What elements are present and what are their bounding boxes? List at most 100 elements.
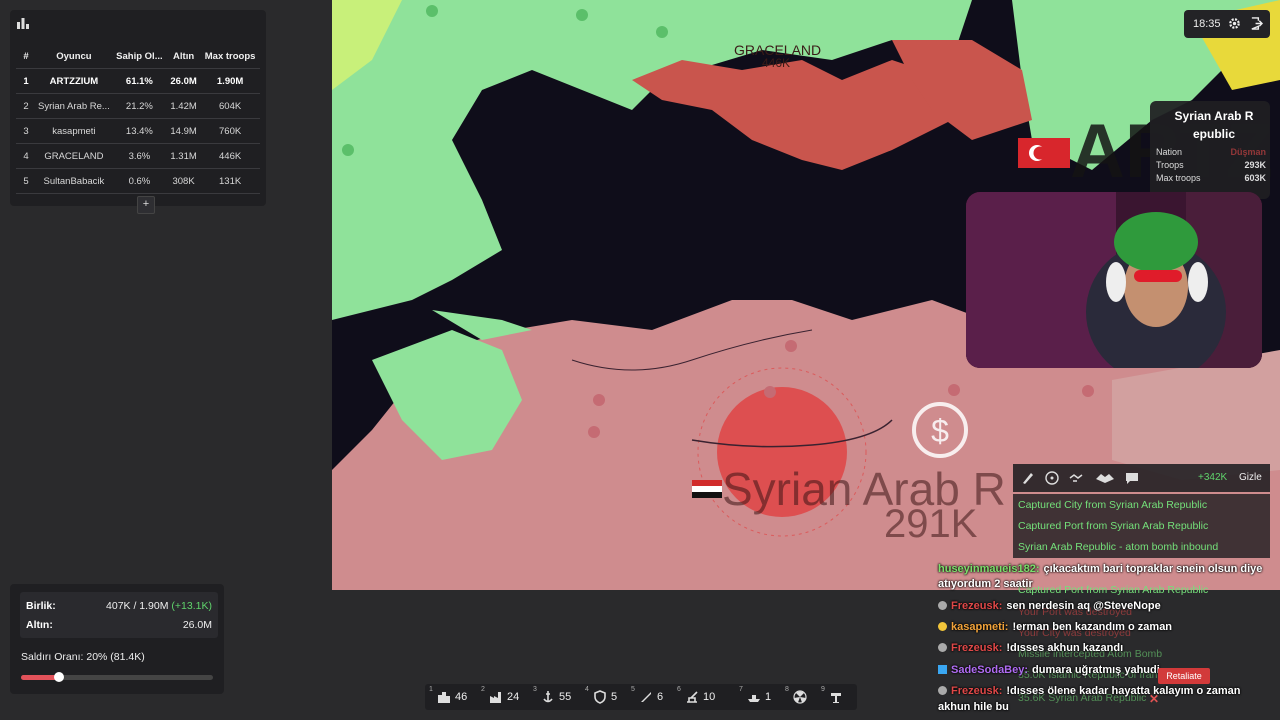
player-name: Syrian Arab Re... bbox=[36, 93, 112, 119]
gold: 308K bbox=[166, 168, 201, 194]
leaderboard-row[interactable]: 1 ARTZZIUM 61.1% 26.0M 1.90M bbox=[16, 68, 260, 94]
gear-icon[interactable] bbox=[1228, 17, 1241, 30]
leaderboard-expand-button[interactable]: + bbox=[137, 196, 155, 214]
count: 46 bbox=[455, 691, 468, 703]
dismiss-icon[interactable]: ✕ bbox=[1149, 692, 1159, 706]
hotkey: 7 bbox=[739, 686, 743, 693]
gold: 1.42M bbox=[166, 93, 201, 119]
badge-icon bbox=[938, 601, 947, 610]
leaderboard-row[interactable]: 4 GRACELAND 3.6% 1.31M 446K bbox=[16, 143, 260, 169]
troops-count: 407K / 1.90M bbox=[106, 600, 169, 612]
build-port-button[interactable]: 3 55 bbox=[531, 684, 577, 710]
row-value: Düşman bbox=[1230, 147, 1266, 157]
col-max-troops[interactable]: Max troops bbox=[200, 44, 260, 69]
max-troops: 604K bbox=[200, 93, 260, 119]
col-player[interactable]: Oyuncu bbox=[36, 44, 112, 69]
badge-icon bbox=[938, 622, 947, 631]
gold-rate: +342K bbox=[1198, 472, 1228, 483]
event-log: Captured City from Syrian Arab Republic … bbox=[1013, 494, 1270, 558]
rank: 1 bbox=[16, 68, 36, 94]
max-troops: 131K bbox=[200, 168, 260, 194]
gold: 14.9M bbox=[166, 118, 201, 144]
rank: 2 bbox=[16, 93, 36, 119]
bar-chart-icon[interactable] bbox=[16, 16, 30, 30]
build-sam-launcher-button[interactable]: 6 10 bbox=[675, 684, 721, 710]
leaderboard-row[interactable]: 3 kasapmeti 13.4% 14.9M 760K bbox=[16, 118, 260, 144]
chat-text: atıyordum 2 saatir bbox=[938, 578, 1033, 590]
sam-launcher-icon bbox=[687, 691, 698, 703]
hotkey: 1 bbox=[429, 686, 433, 693]
hotkey: 3 bbox=[533, 686, 537, 693]
alliance-icon[interactable] bbox=[1095, 471, 1115, 485]
count: 1 bbox=[765, 691, 772, 703]
leaderboard-row[interactable]: 5 SultanBabacik 0.6% 308K 131K bbox=[16, 168, 260, 194]
chat-message: huseyinmaueis182: çıkacaktım bari toprakl… bbox=[938, 563, 1262, 575]
chat-message: Frezeusk: !dısses akhun kazandı bbox=[938, 642, 1123, 654]
troops-value: 407K / 1.90M (+13.1K) bbox=[106, 600, 212, 612]
max-troops: 1.90M bbox=[200, 68, 260, 94]
chat-text: !dısses ölene kadar hayatta kalayım o za… bbox=[1006, 685, 1241, 697]
hydrogen-bomb-icon bbox=[831, 693, 841, 703]
row-value: 603K bbox=[1244, 173, 1266, 183]
syria-troops-label: 291K bbox=[884, 502, 978, 546]
port-icon bbox=[543, 691, 553, 703]
rank: 4 bbox=[16, 143, 36, 169]
build-city-button[interactable]: 1 46 bbox=[427, 684, 473, 710]
exit-icon[interactable] bbox=[1250, 17, 1263, 30]
resources-box: Birlik: 407K / 1.90M (+13.1K) Altın: 26.… bbox=[20, 592, 218, 638]
hide-button[interactable]: Gizle bbox=[1239, 472, 1262, 483]
hotkey: 6 bbox=[677, 686, 681, 693]
retaliate-button[interactable]: Retaliate bbox=[1158, 668, 1210, 684]
brush-icon[interactable] bbox=[1021, 471, 1035, 485]
hotkey: 9 bbox=[821, 686, 825, 693]
col-gold[interactable]: Altın bbox=[166, 44, 201, 69]
row-label: Nation bbox=[1156, 147, 1183, 157]
gold-value: 26.0M bbox=[182, 619, 212, 631]
build-defense-button[interactable]: 4 5 bbox=[583, 684, 623, 710]
player-card-row: Max troops 603K bbox=[1156, 173, 1266, 183]
build-atom-bomb-button[interactable]: 8 bbox=[783, 684, 813, 710]
row-label: Troops bbox=[1156, 160, 1184, 170]
troops-label: Birlik: bbox=[26, 600, 56, 612]
defense-icon bbox=[594, 690, 606, 704]
webcam-overlay bbox=[966, 192, 1262, 368]
max-troops: 760K bbox=[200, 118, 260, 144]
factory-icon bbox=[490, 692, 501, 703]
player-stats-panel: Birlik: 407K / 1.90M (+13.1K) Altın: 26.… bbox=[10, 584, 224, 694]
leaderboard-panel: # Oyuncu Sahip Ol... Altın Max troops 1 … bbox=[10, 10, 266, 214]
missile-silo-icon bbox=[641, 692, 651, 702]
build-hydrogen-bomb-button[interactable]: 9 bbox=[819, 684, 849, 710]
build-bar: 1 46 2 24 3 55 4 5 5 6 6 10 7 1 8 9 bbox=[425, 684, 857, 710]
col-owned[interactable]: Sahip Ol... bbox=[111, 44, 167, 69]
build-missile-silo-button[interactable]: 5 6 bbox=[629, 684, 669, 710]
chat-username: Frezeusk: bbox=[951, 685, 1003, 697]
count: 5 bbox=[611, 691, 618, 703]
chat-icon[interactable] bbox=[1125, 471, 1139, 485]
build-factory-button[interactable]: 2 24 bbox=[479, 684, 525, 710]
build-warship-button[interactable]: 7 1 bbox=[737, 684, 777, 710]
player-name: GRACELAND bbox=[36, 143, 112, 169]
player-info-card: Syrian Arab R epublic Nation Düşman Troo… bbox=[1150, 101, 1270, 199]
handshake-icon[interactable] bbox=[1069, 471, 1083, 485]
chat-message: akhun hile bu bbox=[938, 701, 1009, 713]
attack-ratio-label: Saldırı Oranı: 20% (81.4K) bbox=[21, 651, 145, 663]
rank: 5 bbox=[16, 168, 36, 194]
owned: 61.1% bbox=[111, 68, 167, 94]
leaderboard-row[interactable]: 2 Syrian Arab Re... 21.2% 1.42M 604K bbox=[16, 93, 260, 119]
gold: 26.0M bbox=[166, 68, 201, 94]
webcam-image bbox=[966, 192, 1262, 368]
slider-handle[interactable] bbox=[54, 672, 65, 682]
nuke-icon[interactable] bbox=[1045, 471, 1059, 485]
col-rank[interactable]: # bbox=[16, 44, 36, 69]
chat-message: Frezeusk: sen nerdesin aq @SteveNope bbox=[938, 600, 1161, 612]
game-clock: 18:35 bbox=[1193, 18, 1221, 30]
leaderboard-table: # Oyuncu Sahip Ol... Altın Max troops 1 … bbox=[16, 44, 260, 194]
warship-icon bbox=[748, 695, 760, 702]
attack-ratio-slider[interactable] bbox=[21, 672, 213, 682]
chat-username: Frezeusk: bbox=[951, 600, 1003, 612]
owned: 3.6% bbox=[111, 143, 167, 169]
chat-message: SadeSodaBey: dumara uğratmış yahudi bbox=[938, 664, 1160, 676]
row-value: 293K bbox=[1244, 160, 1266, 170]
hotkey: 5 bbox=[631, 686, 635, 693]
chat-message: atıyordum 2 saatir bbox=[938, 578, 1033, 590]
